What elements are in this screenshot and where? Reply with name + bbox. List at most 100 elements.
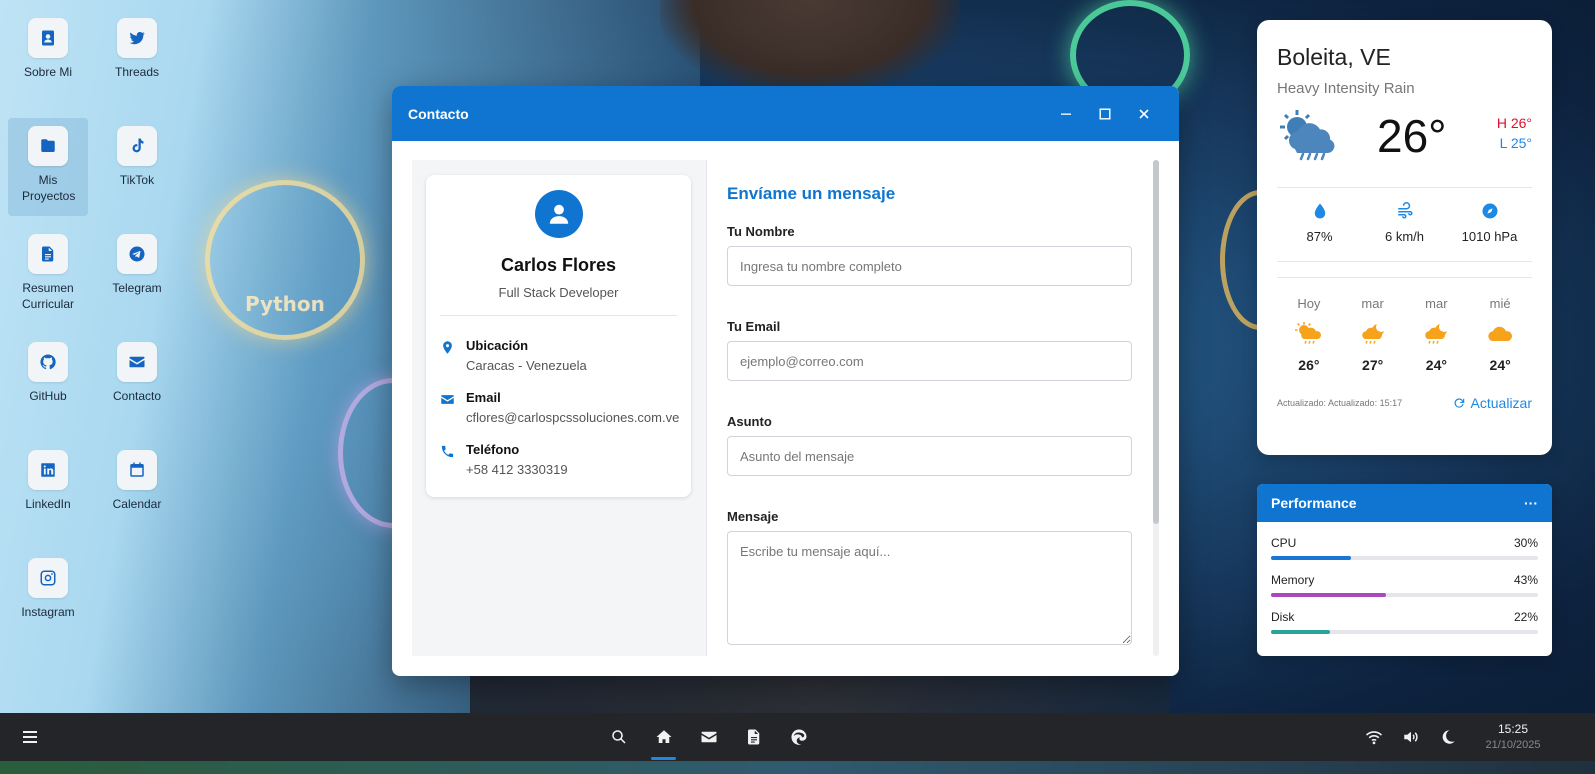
wallpaper-python-text: Python (245, 292, 325, 316)
metric-cpu: CPU 30% (1271, 536, 1538, 560)
email-label: Email (466, 390, 501, 405)
metric-bar (1271, 556, 1538, 560)
edge-browser-icon (790, 729, 806, 745)
minimize-button[interactable] (1046, 99, 1085, 129)
pressure-value: 1010 hPa (1461, 229, 1518, 244)
maximize-button[interactable] (1085, 99, 1124, 129)
desktop-icon-sobre-mi[interactable]: Sobre Mi (8, 2, 88, 94)
location-label: Ubicación (466, 338, 529, 353)
droplet-icon (1314, 203, 1325, 219)
moon-rain-cloud-icon (1425, 324, 1448, 344)
forecast-day: mar 24° (1405, 296, 1469, 373)
scrollbar-thumb[interactable] (1153, 160, 1159, 524)
compass-icon (1482, 203, 1497, 219)
desktop-icon-contacto[interactable]: Contacto (97, 326, 177, 418)
envelope-icon (441, 395, 454, 404)
taskbar-document-button[interactable] (731, 713, 776, 761)
desktop-icon-calendar[interactable]: Calendar (97, 434, 177, 526)
phone-value[interactable]: +58 412 3330319 (466, 462, 568, 477)
wind-value: 6 km/h (1384, 229, 1424, 244)
weather-footer: Actualizado: Actualizado: 15:17 Actualiz… (1277, 395, 1532, 411)
message-textarea[interactable] (727, 531, 1132, 645)
info-email: Email cflores@carlospcssoluciones.com.ve (440, 390, 691, 425)
home-icon (656, 730, 671, 743)
wallpaper-figure-lower (470, 676, 1170, 716)
metric-disk: Disk 22% (1271, 610, 1538, 634)
wifi-icon (1365, 731, 1382, 745)
avatar (534, 190, 583, 238)
location-pin-icon (443, 341, 452, 354)
more-options-button[interactable]: ··· (1524, 495, 1538, 511)
divider (440, 315, 677, 316)
folder-icon (41, 139, 55, 152)
volume-button[interactable] (1392, 713, 1429, 761)
desktop-icon-github[interactable]: GitHub (8, 326, 88, 418)
wifi-button[interactable] (1355, 713, 1392, 761)
user-icon (549, 204, 568, 224)
taskbar-browser-button[interactable] (776, 713, 821, 761)
envelope-icon (701, 731, 716, 743)
weather-forecast: Hoy 26° mar 27° mar 24° mié 24° (1277, 296, 1532, 373)
desktop-icon-threads[interactable]: Threads (97, 2, 177, 94)
refresh-button[interactable]: Actualizar (1452, 395, 1532, 411)
desktop-icon-resumen-curricular[interactable]: Resumen Curricular (8, 218, 88, 316)
info-phone: Teléfono +58 412 3330319 (440, 442, 691, 477)
profile-card: Carlos Flores Full Stack Developer Ubica… (426, 175, 691, 497)
forecast-temp: 24° (1489, 357, 1511, 373)
desktop-icon-mis-proyectos[interactable]: Mis Proyectos (8, 118, 88, 216)
close-icon (1138, 108, 1149, 119)
close-button[interactable] (1124, 99, 1163, 129)
metric-bar (1271, 630, 1538, 634)
envelope-icon (129, 356, 145, 368)
start-menu-button[interactable] (20, 727, 40, 752)
subject-input[interactable] (727, 436, 1132, 476)
forecast-day: Hoy 26° (1277, 296, 1341, 373)
taskbar-home-button[interactable] (641, 713, 686, 761)
wallpaper-bottom-strip (0, 761, 1595, 774)
weather-city: Boleita, VE (1277, 44, 1391, 70)
metric-value: 43% (1513, 573, 1538, 587)
profile-name: Carlos Flores (500, 255, 617, 275)
forecast-day-name: Hoy (1297, 296, 1321, 311)
email-input[interactable] (727, 341, 1132, 381)
taskbar-mail-button[interactable] (686, 713, 731, 761)
contact-window[interactable]: Contacto Carlos Flores Full Stack Develo… (392, 86, 1179, 676)
metric-value: 30% (1513, 536, 1538, 550)
refresh-label: Actualizar (1470, 395, 1532, 411)
volume-icon (1403, 731, 1418, 743)
weather-stats: 87% 6 km/h 1010 hPa (1277, 187, 1532, 262)
email-value[interactable]: cflores@carlospcssoluciones.com.ve (466, 410, 679, 425)
message-form: Envíame un mensaje Tu Nombre Tu Email As… (727, 160, 1132, 656)
name-label: Tu Nombre (727, 224, 795, 239)
phone-icon (441, 445, 454, 458)
minimize-icon (1060, 113, 1071, 115)
taskbar-clock[interactable]: 15:25 21/10/2025 (1478, 722, 1548, 751)
desktop-icon-label: Contacto (112, 389, 162, 403)
forecast-day-name: mar (1425, 296, 1448, 311)
taskbar-search-button[interactable] (596, 713, 641, 761)
theme-toggle-button[interactable] (1429, 713, 1466, 761)
metric-name: CPU (1271, 536, 1297, 550)
desktop-icon-telegram[interactable]: Telegram (97, 218, 177, 310)
desktop-icon-instagram[interactable]: Instagram (8, 542, 88, 634)
metric-bar-fill (1271, 630, 1330, 634)
forecast-day: mar 27° (1341, 296, 1405, 373)
weather-updated: Actualizado: Actualizado: 15:17 (1277, 398, 1403, 408)
clock-date: 21/10/2025 (1485, 739, 1541, 751)
performance-widget: Performance ··· CPU 30% Memory 43% Disk 22% (1257, 484, 1552, 656)
desktop-icon-label: Mis Proyectos (22, 173, 76, 203)
name-input[interactable] (727, 246, 1132, 286)
desktop-icon-linkedin[interactable]: LinkedIn (8, 434, 88, 526)
moon-rain-cloud-icon (1361, 324, 1384, 344)
window-titlebar[interactable]: Contacto (392, 86, 1179, 141)
search-icon (611, 730, 626, 744)
profile-role: Full Stack Developer (498, 285, 619, 300)
hamburger-menu-icon (23, 731, 37, 743)
email-field-label: Tu Email (727, 319, 781, 334)
metric-name: Disk (1271, 610, 1295, 624)
window-title: Contacto (408, 105, 469, 122)
performance-title: Performance (1271, 495, 1357, 511)
desktop-icon-tiktok[interactable]: TikTok (97, 110, 177, 202)
system-tray (1355, 713, 1466, 761)
subject-label: Asunto (727, 414, 772, 429)
